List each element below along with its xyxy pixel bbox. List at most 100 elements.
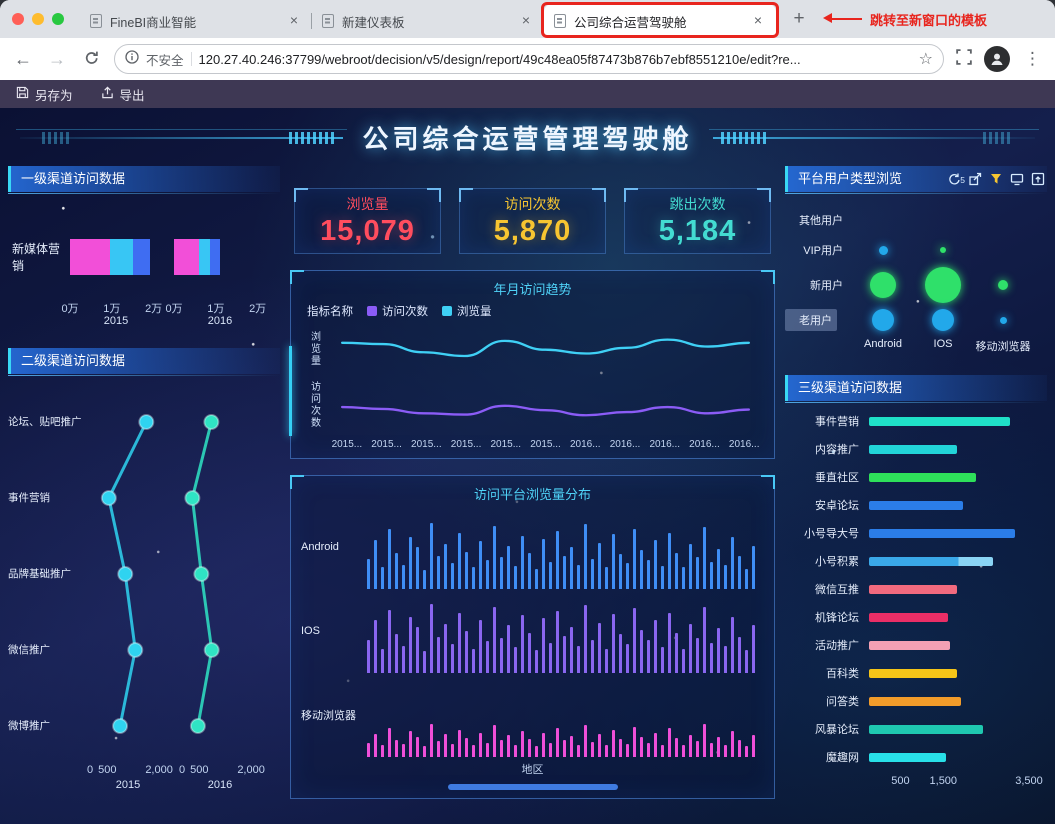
selected-category-label[interactable]: 老用户 xyxy=(785,309,837,331)
axis-tick-label: 1万 xyxy=(207,303,225,315)
bar xyxy=(535,569,538,589)
level3-axis: 500 1,500 3,500 xyxy=(785,775,1047,793)
bar xyxy=(507,735,510,757)
info-icon[interactable] xyxy=(125,49,139,69)
browser-tab[interactable]: FineBI商业智能 × xyxy=(80,4,312,38)
tab-close-icon[interactable]: × xyxy=(286,13,302,29)
minimize-window-button[interactable] xyxy=(32,13,44,25)
security-label[interactable]: 不安全 xyxy=(146,50,184,69)
data-point xyxy=(112,718,129,734)
axis-tick-label: 2015... xyxy=(450,439,482,450)
url-text[interactable]: 120.27.40.246:37799/webroot/decision/v5/… xyxy=(199,52,912,67)
axis-tick-label: 2万 xyxy=(145,303,163,315)
bar xyxy=(710,643,713,673)
bar xyxy=(717,549,720,589)
panel-title: 二级渠道访问数据 xyxy=(21,353,126,368)
category-label: 机锋论坛 xyxy=(815,612,859,624)
axis-year-label: 2015 xyxy=(115,779,141,791)
bar-segment xyxy=(132,239,151,275)
bookmark-star-icon[interactable]: ☆ xyxy=(919,49,933,69)
fullscreen-icon[interactable] xyxy=(956,48,972,70)
bar xyxy=(458,533,461,589)
header-decoration-left xyxy=(16,128,347,146)
bar xyxy=(738,740,741,757)
page-icon xyxy=(554,14,566,28)
bubble xyxy=(878,245,888,255)
bar xyxy=(745,650,748,673)
bar xyxy=(451,744,454,757)
bar xyxy=(668,533,671,589)
bar xyxy=(563,740,566,757)
data-point xyxy=(117,566,134,582)
bar xyxy=(549,643,552,673)
filter-icon[interactable] xyxy=(987,170,1005,188)
save-as-button[interactable]: 另存为 xyxy=(16,85,73,104)
new-tab-button[interactable]: + xyxy=(784,4,814,34)
legend-label: 访问次数 xyxy=(382,306,428,318)
kpi-value: 15,079 xyxy=(320,215,415,247)
bar xyxy=(647,560,650,589)
bar xyxy=(696,638,699,673)
legend-item[interactable]: 访问次数 xyxy=(367,303,428,319)
legend-item[interactable]: 浏览量 xyxy=(442,303,492,319)
zoom-window-button[interactable] xyxy=(52,13,64,25)
platform-row: IOS xyxy=(301,589,764,673)
bar xyxy=(542,539,545,589)
bar xyxy=(731,731,734,757)
axis-tick-label: 2016... xyxy=(728,439,760,450)
bar xyxy=(395,553,398,589)
bar xyxy=(465,738,468,757)
axis-tick-label: 2,000 xyxy=(237,764,265,776)
category-label: 小号积累 xyxy=(815,556,859,568)
browser-tab[interactable]: 公司综合运营驾驶舱 × xyxy=(541,2,779,38)
refresh-icon[interactable]: 5 xyxy=(945,170,965,188)
menu-icon[interactable]: ⋮ xyxy=(1022,49,1043,69)
bar xyxy=(521,615,524,673)
data-point xyxy=(100,490,117,506)
bar xyxy=(598,543,601,589)
profile-avatar[interactable] xyxy=(984,46,1010,72)
bar xyxy=(591,640,594,673)
bar xyxy=(647,743,650,757)
close-window-button[interactable] xyxy=(12,13,24,25)
bar xyxy=(612,730,615,757)
collapse-icon[interactable] xyxy=(1029,170,1047,188)
bar xyxy=(500,740,503,757)
bar xyxy=(486,560,489,589)
tab-close-icon[interactable]: × xyxy=(750,13,766,29)
back-icon[interactable]: ← xyxy=(12,49,34,70)
export-button[interactable]: 导出 xyxy=(101,85,145,104)
open-window-icon[interactable] xyxy=(966,170,984,188)
bar xyxy=(668,613,671,673)
tab-label: FineBI商业智能 xyxy=(110,15,197,30)
bar xyxy=(654,620,657,673)
url-bar[interactable]: 不安全 120.27.40.246:37799/webroot/decision… xyxy=(114,44,944,74)
category-label: 百科类 xyxy=(826,668,859,680)
bar xyxy=(724,745,727,757)
bar xyxy=(869,612,948,622)
category-label: IOS xyxy=(933,338,953,350)
bar xyxy=(626,563,629,589)
tab-close-icon[interactable]: × xyxy=(518,13,534,29)
bar xyxy=(409,731,412,757)
reload-icon[interactable] xyxy=(80,49,102,70)
axis-tick-label: 0万 xyxy=(61,303,79,315)
bar-row: 小号导大号 xyxy=(785,519,1047,547)
axis-tick-label: 2016... xyxy=(609,439,641,450)
kpi-value: 5,870 xyxy=(493,215,572,247)
export-icon[interactable] xyxy=(1008,170,1026,188)
forward-icon[interactable]: → xyxy=(46,49,68,70)
export-label: 导出 xyxy=(119,88,145,103)
bubble xyxy=(999,316,1007,324)
bar xyxy=(752,735,755,757)
horizontal-scrollbar[interactable] xyxy=(447,784,618,790)
bar-segment xyxy=(109,239,133,275)
bar xyxy=(395,634,398,673)
bar xyxy=(381,567,384,589)
bar xyxy=(626,644,629,673)
bar xyxy=(500,638,503,673)
omnibox-divider xyxy=(190,52,192,66)
bar xyxy=(703,527,706,589)
browser-tab[interactable]: 新建仪表板 × xyxy=(312,4,544,38)
bar-row: 事件营销 xyxy=(785,407,1047,435)
